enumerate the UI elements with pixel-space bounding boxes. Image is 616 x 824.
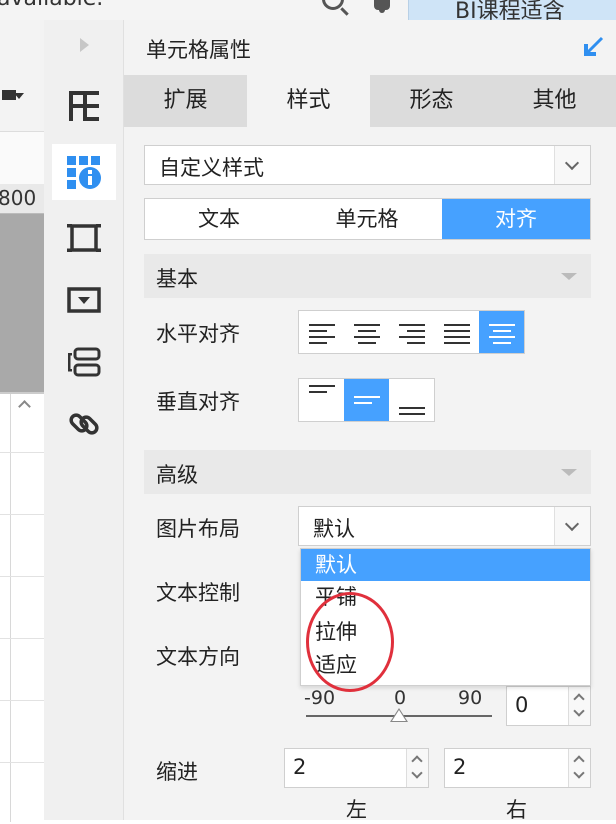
grid-line [0, 514, 44, 515]
course-tab-label: BI课程适含 [455, 0, 565, 20]
collapse-triangle-icon [561, 469, 577, 476]
stepper-down-icon[interactable] [411, 767, 423, 779]
widget-icon [67, 287, 101, 313]
cell-properties-panel: 单元格属性 扩展 样式 形态 其他 自定义样式 文本 单元格 对齐 基本 水平对… [124, 20, 616, 822]
rotation-max-label: 90 [458, 687, 483, 709]
basic-section-label: 基本 [156, 267, 198, 291]
horizontal-align-label: 水平对齐 [156, 322, 240, 346]
grid-line [0, 638, 44, 639]
spreadsheet-toolbar [0, 20, 44, 132]
align-center-button[interactable] [344, 311, 389, 353]
indent-left-stepper[interactable] [406, 749, 428, 787]
property-sidebar [44, 20, 124, 820]
tab-expand[interactable]: 扩展 [124, 75, 247, 127]
horizontal-align-group [298, 310, 525, 354]
column-ruler: 800 [0, 184, 44, 214]
top-bar: available. BI课程适含 [0, 0, 616, 20]
align-distributed-button[interactable] [479, 311, 524, 353]
indent-left-input[interactable]: 2 [284, 748, 429, 788]
rotation-min-label: -90 [304, 687, 336, 709]
link-icon [69, 413, 99, 435]
rotation-value: 0 [515, 693, 529, 717]
indent-right-value: 2 [453, 755, 467, 779]
text-direction-label: 文本方向 [156, 645, 240, 669]
align-justify-button[interactable] [434, 311, 479, 353]
stepper-up-icon[interactable] [573, 755, 585, 767]
style-select[interactable]: 自定义样式 [144, 145, 591, 185]
chevron-down-icon[interactable] [554, 146, 590, 184]
vertical-align-label: 垂直对齐 [156, 390, 240, 414]
stepper-down-icon[interactable] [573, 705, 585, 717]
image-layout-value: 默认 [313, 517, 355, 541]
chevron-down-icon[interactable] [554, 507, 590, 545]
format-dropdown-icon[interactable] [2, 90, 24, 100]
subtab-cell[interactable]: 单元格 [293, 199, 441, 239]
align-right-button[interactable] [389, 311, 434, 353]
grid-line [0, 700, 44, 701]
rotation-stepper[interactable] [568, 687, 590, 725]
collapse-triangle-icon [561, 273, 577, 280]
dropdown-option-default[interactable]: 默认 [301, 549, 590, 581]
rotation-slider-thumb[interactable] [390, 708, 408, 722]
vertical-align-group [298, 378, 435, 422]
rotation-mid-label: 0 [394, 687, 407, 709]
grid-selection-area[interactable] [0, 214, 44, 392]
minimize-arrow-icon[interactable] [582, 36, 604, 58]
stepper-down-icon[interactable] [573, 767, 585, 779]
search-icon[interactable] [322, 0, 344, 10]
sidebar-item-layout[interactable] [52, 78, 116, 134]
panel-header: 单元格属性 [124, 20, 616, 75]
course-tab[interactable]: BI课程适含 [408, 0, 616, 20]
basic-section-header[interactable]: 基本 [144, 254, 591, 298]
style-subtabs: 文本 单元格 对齐 [144, 198, 591, 240]
collapse-arrow-icon[interactable] [80, 38, 89, 52]
panel-title: 单元格属性 [146, 38, 251, 62]
tab-style[interactable]: 样式 [247, 75, 370, 127]
window-title: available. [0, 0, 103, 11]
indent-right-stepper[interactable] [568, 749, 590, 787]
sidebar-item-link[interactable] [52, 396, 116, 452]
grid-line [10, 394, 11, 822]
image-layout-label: 图片布局 [156, 517, 240, 541]
scroll-up-icon[interactable] [18, 400, 31, 413]
sidebar-item-cell-properties[interactable] [52, 144, 116, 200]
align-left-button[interactable] [299, 311, 344, 353]
bell-icon[interactable] [374, 0, 390, 13]
grid-line [0, 576, 44, 577]
subtab-text[interactable]: 文本 [145, 199, 293, 239]
grid-cells[interactable] [0, 392, 44, 822]
advanced-section-header[interactable]: 高级 [144, 450, 591, 494]
layout-grid-icon [69, 91, 99, 121]
stepper-up-icon[interactable] [411, 755, 423, 767]
ruler-value: 800 [0, 186, 37, 210]
annotation-circle [306, 592, 394, 692]
text-control-label: 文本控制 [156, 581, 240, 605]
grid-line [0, 452, 44, 453]
sidebar-item-widget[interactable] [52, 272, 116, 328]
sidebar-item-template[interactable] [52, 334, 116, 390]
image-layout-select[interactable]: 默认 [298, 506, 591, 546]
valign-bottom-button[interactable] [389, 379, 434, 421]
template-icon [68, 347, 101, 377]
grid-line [0, 762, 44, 763]
valign-top-button[interactable] [299, 379, 344, 421]
tab-shape[interactable]: 形态 [370, 75, 493, 127]
property-tabs: 扩展 样式 形态 其他 [124, 75, 616, 127]
style-select-value: 自定义样式 [159, 156, 264, 180]
indent-right-input[interactable]: 2 [444, 748, 591, 788]
cell-properties-icon [67, 156, 101, 189]
subtab-align[interactable]: 对齐 [442, 199, 590, 239]
valign-middle-button[interactable] [344, 379, 389, 421]
advanced-section-label: 高级 [156, 463, 198, 487]
sidebar-item-frame[interactable] [52, 210, 116, 266]
rotation-input[interactable]: 0 [506, 686, 591, 726]
spreadsheet-area: 800 [0, 20, 44, 822]
indent-left-value: 2 [293, 755, 307, 779]
stepper-up-icon[interactable] [573, 693, 585, 705]
tab-other[interactable]: 其他 [493, 75, 616, 127]
frame-icon [67, 224, 101, 252]
indent-label: 缩进 [156, 760, 198, 784]
